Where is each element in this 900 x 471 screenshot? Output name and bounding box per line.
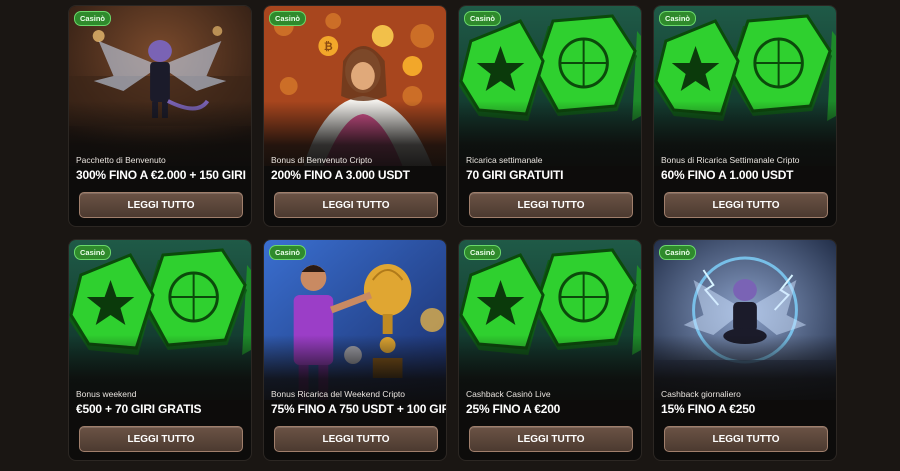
promo-subtitle: Pacchetto di Benvenuto [76,155,166,165]
promo-title: 15% FINO A €250 [661,402,756,416]
promo-subtitle: Cashback giornaliero [661,389,741,399]
promo-subtitle: Bonus weekend [76,389,137,399]
read-more-button[interactable]: LEGGI TUTTO [79,426,243,452]
promo-card[interactable]: Casinò Bonus weekend €500 + 70 GIRI GRAT… [68,239,252,461]
read-more-button[interactable]: LEGGI TUTTO [79,192,243,218]
read-more-button[interactable]: LEGGI TUTTO [469,426,633,452]
promo-card[interactable]: Casinò Cashback Casinò Live 25% FINO A €… [458,239,642,461]
casino-tag: Casinò [74,11,112,26]
promo-title: €500 + 70 GIRI GRATIS [76,402,202,416]
casino-tag: Casinò [464,245,502,260]
promo-title: 75% FINO A 750 USDT + 100 GIRI [271,402,447,416]
promo-subtitle: Cashback Casinò Live [466,389,551,399]
casino-tag: Casinò [269,11,307,26]
promo-card[interactable]: Casinò Bonus Ricarica del Weekend Cripto… [263,239,447,461]
promo-subtitle: Ricarica settimanale [466,155,543,165]
casino-tag: Casinò [659,245,697,260]
promo-title: 200% FINO A 3.000 USDT [271,168,410,182]
promo-subtitle: Bonus Ricarica del Weekend Cripto [271,389,406,399]
promo-subtitle: Bonus di Benvenuto Cripto [271,155,373,165]
promo-title: 70 GIRI GRATUITI [466,168,564,182]
read-more-button[interactable]: LEGGI TUTTO [664,192,828,218]
read-more-button[interactable]: LEGGI TUTTO [469,192,633,218]
promo-title: 300% FINO A €2.000 + 150 GIRI [76,168,246,182]
promo-subtitle: Bonus di Ricarica Settimanale Cripto [661,155,800,165]
svg-text:₿: ₿ [324,41,333,53]
read-more-button[interactable]: LEGGI TUTTO [274,192,438,218]
promo-card[interactable]: Casinò Cashback giornaliero 15% FINO A €… [653,239,837,461]
promo-card[interactable]: ₿ Casinò Bonus di Benvenuto Cripto 200% … [263,5,447,227]
casino-tag: Casinò [269,245,307,260]
promo-card[interactable]: Casinò Pacchetto di Benvenuto 300% FINO … [68,5,252,227]
promo-title: 25% FINO A €200 [466,402,561,416]
promo-card[interactable]: Casinò Bonus di Ricarica Settimanale Cri… [653,5,837,227]
promo-title: 60% FINO A 1.000 USDT [661,168,794,182]
casino-tag: Casinò [74,245,112,260]
promotions-grid: Casinò Pacchetto di Benvenuto 300% FINO … [0,0,900,471]
read-more-button[interactable]: LEGGI TUTTO [664,426,828,452]
promo-card[interactable]: Casinò Ricarica settimanale 70 GIRI GRAT… [458,5,642,227]
read-more-button[interactable]: LEGGI TUTTO [274,426,438,452]
casino-tag: Casinò [659,11,697,26]
casino-tag: Casinò [464,11,502,26]
